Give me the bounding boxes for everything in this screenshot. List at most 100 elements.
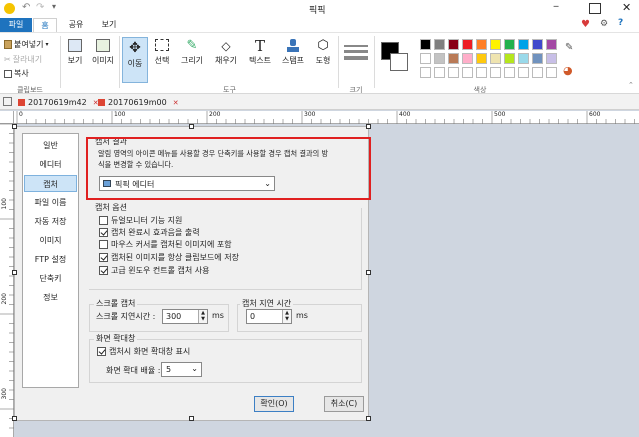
copy-button[interactable]: 복사 bbox=[4, 68, 29, 79]
color-swatch[interactable] bbox=[518, 39, 529, 50]
option-checkbox-2[interactable] bbox=[99, 240, 108, 249]
settings-icon[interactable]: ⚙ bbox=[600, 19, 608, 29]
color-swatch[interactable] bbox=[462, 39, 473, 50]
category-item-selected[interactable]: 캡처 bbox=[24, 175, 77, 192]
heart-icon[interactable]: ♥ bbox=[581, 19, 590, 30]
shape-tool-button[interactable]: ⬡ 도형 bbox=[311, 39, 335, 66]
color-swatch[interactable] bbox=[434, 39, 445, 50]
color-swatch[interactable] bbox=[546, 39, 557, 50]
select-icon bbox=[155, 39, 169, 51]
tab-home[interactable]: 홈 bbox=[33, 18, 57, 32]
color-swatch[interactable] bbox=[490, 53, 501, 64]
image-file-icon bbox=[18, 99, 25, 106]
undo-icon[interactable]: ↶ bbox=[22, 2, 30, 13]
custom-color-swatch[interactable] bbox=[448, 67, 459, 78]
scroll-capture-title: 스크롤 캡처 bbox=[94, 298, 138, 309]
stamp-tool-button[interactable]: 스탬프 bbox=[279, 39, 307, 66]
ok-button[interactable]: 확인(O) bbox=[254, 396, 294, 412]
custom-color-swatch[interactable] bbox=[518, 67, 529, 78]
draw-tool-button[interactable]: ✎ 그리기 bbox=[178, 39, 206, 66]
zoom-select[interactable]: 5 ⌄ bbox=[161, 362, 202, 377]
quick-access-dropdown-icon[interactable]: ▾ bbox=[52, 2, 56, 11]
custom-color-swatch[interactable] bbox=[476, 67, 487, 78]
capture-delay-input[interactable]: 0 ▲ ▼ bbox=[246, 309, 292, 324]
color-swatch[interactable] bbox=[420, 39, 431, 50]
cancel-button[interactable]: 취소(C) bbox=[324, 396, 364, 412]
spinner-arrows-icon[interactable]: ▲ ▼ bbox=[198, 310, 207, 323]
spinner-arrows-icon[interactable]: ▲ ▼ bbox=[282, 310, 291, 323]
category-item[interactable]: 단축키 bbox=[24, 270, 77, 287]
category-item[interactable]: 에디터 bbox=[24, 156, 77, 173]
document-tab-2[interactable]: 20170619m00 ✕ bbox=[98, 96, 182, 109]
category-item[interactable]: 파일 이름 bbox=[24, 194, 77, 211]
option-checkbox-3[interactable] bbox=[99, 253, 108, 262]
color-swatch[interactable] bbox=[546, 53, 557, 64]
category-item[interactable]: 일반 bbox=[24, 137, 77, 154]
cut-label: 잘라내기 bbox=[12, 55, 43, 64]
paste-button[interactable]: 붙여넣기 ▾ bbox=[4, 39, 48, 50]
image-file-icon bbox=[98, 99, 105, 106]
color-swatch[interactable] bbox=[448, 39, 459, 50]
view-button[interactable]: 보기 bbox=[64, 39, 86, 66]
resize-handle[interactable] bbox=[189, 124, 194, 129]
close-icon[interactable]: ✕ bbox=[173, 99, 179, 107]
close-button[interactable]: ✕ bbox=[622, 1, 631, 14]
color-swatch[interactable] bbox=[518, 53, 529, 64]
tab-share[interactable]: 공유 bbox=[63, 18, 89, 32]
secondary-color[interactable] bbox=[390, 53, 408, 71]
eyedropper-icon[interactable]: ✎ bbox=[565, 42, 573, 53]
option-checkbox-1[interactable] bbox=[99, 228, 108, 237]
fill-tool-button[interactable]: ◇ 채우기 bbox=[211, 39, 241, 66]
cut-button[interactable]: ✂ 잘라내기 bbox=[4, 54, 42, 65]
maximize-button[interactable] bbox=[589, 3, 601, 14]
color-swatch[interactable] bbox=[490, 39, 501, 50]
resize-handle[interactable] bbox=[12, 416, 17, 421]
option-checkbox-4[interactable] bbox=[99, 266, 108, 275]
color-swatch[interactable] bbox=[462, 53, 473, 64]
color-swatch[interactable] bbox=[504, 53, 515, 64]
move-tool-button[interactable]: ✥ 이동 bbox=[122, 37, 148, 83]
resize-handle[interactable] bbox=[366, 124, 371, 129]
resize-handle[interactable] bbox=[12, 270, 17, 275]
category-item[interactable]: 자동 저장 bbox=[24, 213, 77, 230]
magnifier-checkbox[interactable] bbox=[97, 347, 106, 356]
custom-color-swatch[interactable] bbox=[490, 67, 501, 78]
color-swatch[interactable] bbox=[476, 53, 487, 64]
color-swatch[interactable] bbox=[476, 39, 487, 50]
color-swatch[interactable] bbox=[532, 53, 543, 64]
text-tool-button[interactable]: T 텍스트 bbox=[246, 39, 274, 66]
custom-color-swatch[interactable] bbox=[532, 67, 543, 78]
minimize-button[interactable]: ─ bbox=[548, 2, 564, 11]
color-swatch[interactable] bbox=[532, 39, 543, 50]
image-button[interactable]: 이미지 bbox=[90, 39, 116, 66]
resize-handle[interactable] bbox=[12, 124, 17, 129]
custom-color-swatch[interactable] bbox=[504, 67, 515, 78]
category-item[interactable]: 정보 bbox=[24, 289, 77, 306]
category-item[interactable]: 이미지 bbox=[24, 232, 77, 249]
resize-handle[interactable] bbox=[366, 270, 371, 275]
tab-file[interactable]: 파일 bbox=[0, 18, 32, 32]
resize-handle[interactable] bbox=[366, 416, 371, 421]
custom-color-swatch[interactable] bbox=[462, 67, 473, 78]
redo-icon[interactable]: ↷ bbox=[36, 2, 44, 13]
collapse-ribbon-icon[interactable]: ⌃ bbox=[628, 81, 634, 89]
tab-list-icon[interactable] bbox=[3, 97, 12, 106]
option-checkbox-0[interactable] bbox=[99, 216, 108, 225]
custom-color-swatch[interactable] bbox=[420, 67, 431, 78]
document-tab-2-label: 20170619m00 bbox=[108, 98, 167, 107]
select-tool-button[interactable]: 선택 bbox=[152, 39, 172, 66]
size-button[interactable] bbox=[344, 45, 368, 60]
custom-color-swatch[interactable] bbox=[546, 67, 557, 78]
color-picker-icon[interactable]: ◕ bbox=[563, 64, 573, 77]
scroll-delay-input[interactable]: 300 ▲ ▼ bbox=[162, 309, 208, 324]
color-swatch[interactable] bbox=[434, 53, 445, 64]
help-icon[interactable]: ? bbox=[618, 18, 623, 28]
document-tab-1[interactable]: 20170619m42 ✕ bbox=[18, 96, 100, 109]
category-item[interactable]: FTP 설정 bbox=[24, 251, 77, 268]
color-swatch[interactable] bbox=[448, 53, 459, 64]
color-swatch[interactable] bbox=[420, 53, 431, 64]
custom-color-swatch[interactable] bbox=[434, 67, 445, 78]
color-swatch[interactable] bbox=[504, 39, 515, 50]
resize-handle[interactable] bbox=[189, 416, 194, 421]
tab-view[interactable]: 보기 bbox=[96, 18, 122, 32]
